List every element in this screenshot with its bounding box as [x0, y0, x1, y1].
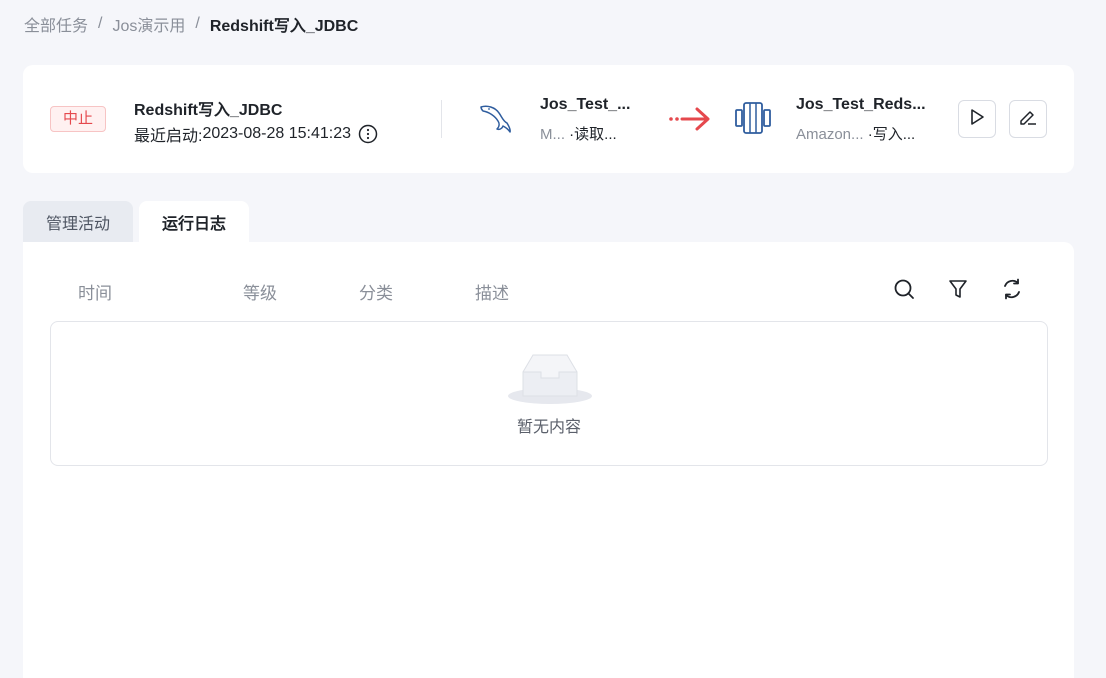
run-button[interactable] [958, 100, 996, 138]
destination-name: Jos_Test_Reds... [796, 96, 926, 113]
destination-action: ·写入... [867, 126, 916, 143]
search-icon[interactable] [893, 278, 915, 300]
source-type: M... [540, 126, 565, 143]
column-time: 时间 [78, 284, 112, 303]
refresh-icon[interactable] [1001, 278, 1023, 300]
run-log-panel: 时间 等级 分类 描述 暂无内容 [23, 242, 1074, 678]
info-icon[interactable] [358, 124, 378, 144]
breadcrumb: 全部任务 / Jos演示用 / Redshift写入_JDBC [24, 12, 359, 36]
breadcrumb-current: Redshift写入_JDBC [209, 18, 359, 35]
task-name: Redshift写入_JDBC [134, 102, 283, 119]
tab-run-log[interactable]: 运行日志 [139, 201, 249, 242]
destination-type: Amazon... [796, 126, 864, 143]
source-subtitle: M... ·读取... [540, 123, 617, 144]
task-summary-card: 中止 Redshift写入_JDBC 最近启动: 2023-08-28 15:4… [23, 65, 1074, 173]
column-category: 分类 [359, 284, 393, 303]
edit-icon [1018, 107, 1038, 132]
status-badge: 中止 [50, 106, 106, 132]
edit-button[interactable] [1009, 100, 1047, 138]
log-table-empty-state: 暂无内容 [50, 321, 1048, 466]
flow-arrow-icon [668, 105, 712, 133]
column-description: 描述 [475, 284, 509, 303]
task-last-start: 最近启动: 2023-08-28 15:41:23 [134, 122, 378, 146]
column-level: 等级 [243, 284, 277, 303]
last-start-time: 2023-08-28 15:41:23 [202, 125, 352, 142]
breadcrumb-all-tasks[interactable]: 全部任务 [24, 12, 88, 36]
source-name: Jos_Test_... [540, 96, 631, 113]
empty-inbox-icon [505, 352, 595, 408]
breadcrumb-folder[interactable]: Jos演示用 [112, 12, 185, 36]
last-start-label: 最近启动: [134, 128, 203, 145]
redshift-icon [734, 99, 772, 137]
tab-manage-activity[interactable]: 管理活动 [23, 201, 133, 242]
tab-bar: 管理活动 运行日志 [23, 201, 249, 242]
breadcrumb-separator: / [195, 15, 200, 32]
mysql-icon [475, 99, 513, 137]
empty-text: 暂无内容 [516, 419, 581, 436]
destination-subtitle: Amazon... ·写入... [796, 123, 915, 144]
filter-icon[interactable] [947, 278, 969, 300]
breadcrumb-separator: / [98, 15, 103, 32]
play-icon [968, 108, 986, 131]
divider [441, 100, 442, 138]
source-action: ·读取... [569, 126, 617, 143]
